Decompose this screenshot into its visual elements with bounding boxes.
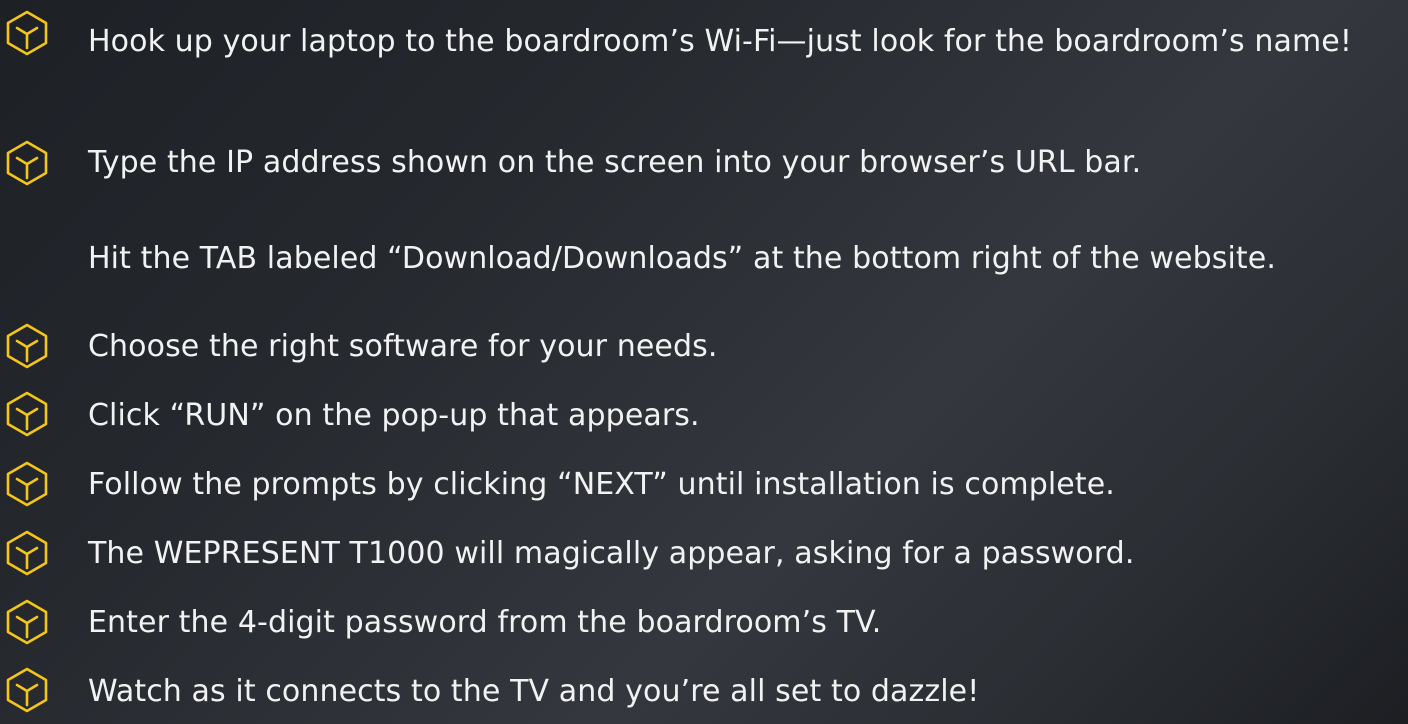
hexagon-icon bbox=[3, 666, 51, 714]
hexagon-icon bbox=[3, 460, 51, 508]
hexagon-icon bbox=[3, 390, 51, 438]
hexagon-icon bbox=[3, 139, 51, 187]
hexagon-icon bbox=[3, 9, 51, 57]
hexagon-icon bbox=[3, 322, 51, 370]
hexagon-icon bbox=[3, 529, 51, 577]
step-9-text: Watch as it connects to the TV and you’r… bbox=[88, 674, 980, 709]
instructions-page: Hook up your laptop to the boardroom’s W… bbox=[0, 0, 1408, 724]
step-8-text: Enter the 4-digit password from the boar… bbox=[88, 605, 882, 640]
step-2-text: Type the IP address shown on the screen … bbox=[88, 145, 1142, 180]
hexagon-icon bbox=[3, 598, 51, 646]
step-7-text: The WEPRESENT T1000 will magically appea… bbox=[88, 536, 1135, 571]
step-5-text: Click “RUN” on the pop-up that appears. bbox=[88, 398, 700, 433]
step-4-text: Choose the right software for your needs… bbox=[88, 329, 718, 364]
step-6-text: Follow the prompts by clicking “NEXT” un… bbox=[88, 467, 1115, 502]
step-1-text: Hook up your laptop to the boardroom’s W… bbox=[88, 24, 1352, 59]
step-3-text: Hit the TAB labeled “Download/Downloads”… bbox=[88, 241, 1276, 276]
